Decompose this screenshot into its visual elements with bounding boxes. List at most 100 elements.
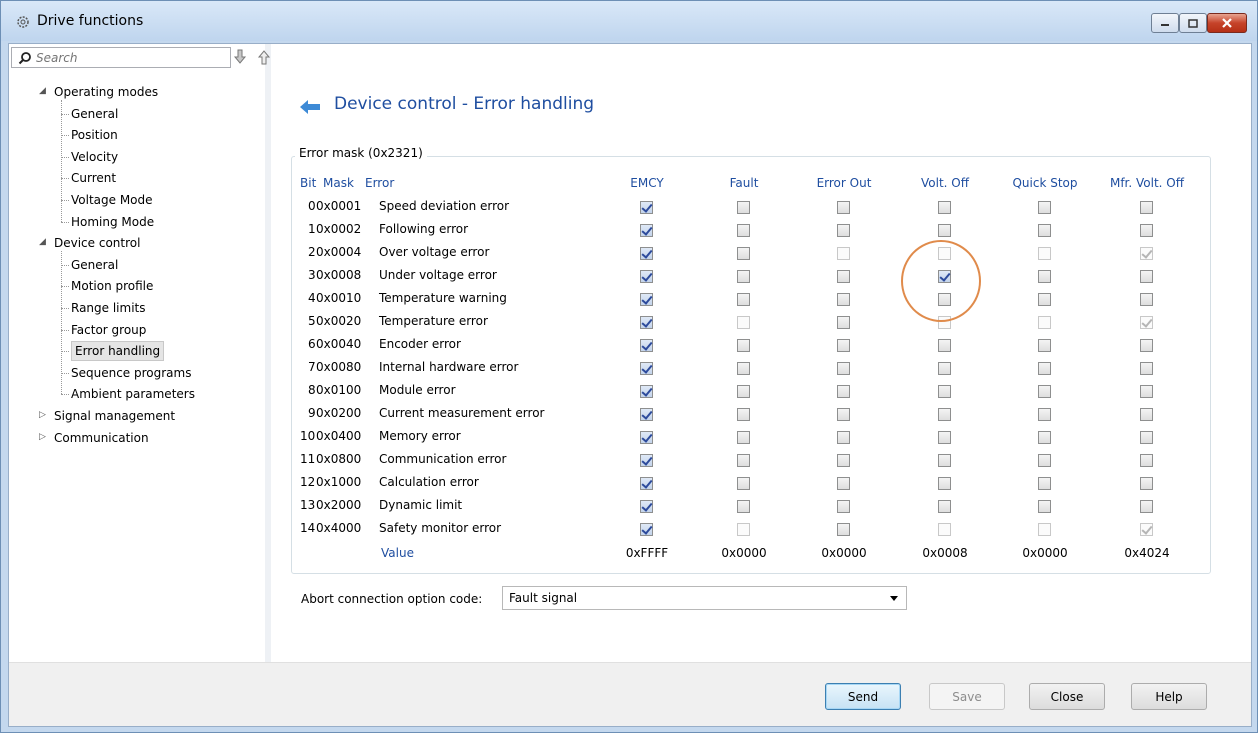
checkbox[interactable] [1038,339,1051,352]
checkbox[interactable] [1038,523,1051,536]
close-window-button[interactable] [1207,13,1247,33]
checkbox[interactable] [1038,477,1051,490]
checkbox[interactable] [640,408,653,421]
checkbox[interactable] [640,362,653,375]
checkbox[interactable] [737,454,750,467]
checkbox[interactable] [938,362,951,375]
checkbox[interactable] [1038,316,1051,329]
checkbox[interactable] [1140,431,1153,444]
checkbox[interactable] [1038,362,1051,375]
checkbox[interactable] [1140,339,1153,352]
checkbox[interactable] [1140,247,1153,260]
checkbox[interactable] [737,224,750,237]
maximize-button[interactable] [1179,13,1207,33]
checkbox[interactable] [938,339,951,352]
close-button[interactable]: Close [1029,683,1105,710]
checkbox[interactable] [837,362,850,375]
checkbox[interactable] [640,316,653,329]
checkbox[interactable] [1038,431,1051,444]
checkbox[interactable] [1038,247,1051,260]
checkbox[interactable] [837,477,850,490]
checkbox[interactable] [837,339,850,352]
checkbox[interactable] [938,523,951,536]
checkbox[interactable] [640,385,653,398]
checkbox[interactable] [640,500,653,513]
checkbox[interactable] [640,247,653,260]
checkbox[interactable] [640,454,653,467]
checkbox[interactable] [837,270,850,283]
tree-item[interactable]: Factor group [71,320,146,340]
save-button[interactable]: Save [929,683,1005,710]
tree-item[interactable]: Error handling [71,341,165,362]
checkbox[interactable] [737,500,750,513]
checkbox[interactable] [1140,385,1153,398]
checkbox[interactable] [1038,293,1051,306]
checkbox[interactable] [1140,362,1153,375]
checkbox[interactable] [1140,224,1153,237]
checkbox[interactable] [1140,477,1153,490]
checkbox[interactable] [938,385,951,398]
checkbox[interactable] [1038,454,1051,467]
checkbox[interactable] [1038,270,1051,283]
checkbox[interactable] [938,477,951,490]
checkbox[interactable] [1140,270,1153,283]
tree-item[interactable]: Signal management [54,406,175,426]
tree-item[interactable]: Device control [54,233,140,253]
search-input[interactable] [36,49,226,66]
checkbox[interactable] [938,431,951,444]
tree-item[interactable]: General [71,104,118,124]
checkbox[interactable] [640,224,653,237]
send-button[interactable]: Send [825,683,901,710]
tree-item[interactable]: Homing Mode [71,212,154,232]
checkbox[interactable] [1140,408,1153,421]
checkbox[interactable] [737,339,750,352]
abort-connection-select[interactable]: Fault signal [502,586,907,610]
checkbox[interactable] [938,408,951,421]
checkbox[interactable] [640,477,653,490]
checkbox[interactable] [1038,500,1051,513]
tree-item[interactable]: Operating modes [54,82,158,102]
checkbox[interactable] [1140,523,1153,536]
checkbox[interactable] [640,293,653,306]
checkbox[interactable] [1140,316,1153,329]
checkbox[interactable] [938,201,951,214]
tree-toggle-icon[interactable]: ▷ [39,432,46,442]
tree-item[interactable]: Current [71,168,116,188]
search-box[interactable] [11,47,231,68]
checkbox[interactable] [1038,385,1051,398]
checkbox[interactable] [837,385,850,398]
checkbox[interactable] [938,224,951,237]
checkbox[interactable] [837,523,850,536]
checkbox[interactable] [837,224,850,237]
tree-item[interactable]: Sequence programs [71,363,191,383]
checkbox[interactable] [1038,408,1051,421]
checkbox[interactable] [837,500,850,513]
title-bar[interactable]: Drive functions [1,1,1257,41]
checkbox[interactable] [737,293,750,306]
tree-item[interactable]: Ambient parameters [71,384,195,404]
tree-item[interactable]: Voltage Mode [71,190,153,210]
checkbox[interactable] [640,339,653,352]
checkbox[interactable] [837,431,850,444]
checkbox[interactable] [837,201,850,214]
checkbox[interactable] [640,523,653,536]
checkbox[interactable] [837,293,850,306]
minimize-button[interactable] [1151,13,1179,33]
tree-toggle-icon[interactable]: ▷ [39,410,46,420]
back-arrow-icon[interactable] [299,99,321,115]
checkbox[interactable] [1140,454,1153,467]
checkbox[interactable] [737,431,750,444]
tree-item[interactable]: Position [71,125,118,145]
checkbox[interactable] [938,500,951,513]
tree-item[interactable]: Motion profile [71,276,153,296]
tree-item[interactable]: General [71,255,118,275]
tree-item[interactable]: Communication [54,428,149,448]
checkbox[interactable] [1140,201,1153,214]
checkbox[interactable] [1140,293,1153,306]
arrow-down-icon[interactable] [231,48,249,66]
checkbox[interactable] [640,431,653,444]
checkbox[interactable] [737,477,750,490]
checkbox[interactable] [737,408,750,421]
checkbox[interactable] [737,523,750,536]
checkbox[interactable] [737,316,750,329]
